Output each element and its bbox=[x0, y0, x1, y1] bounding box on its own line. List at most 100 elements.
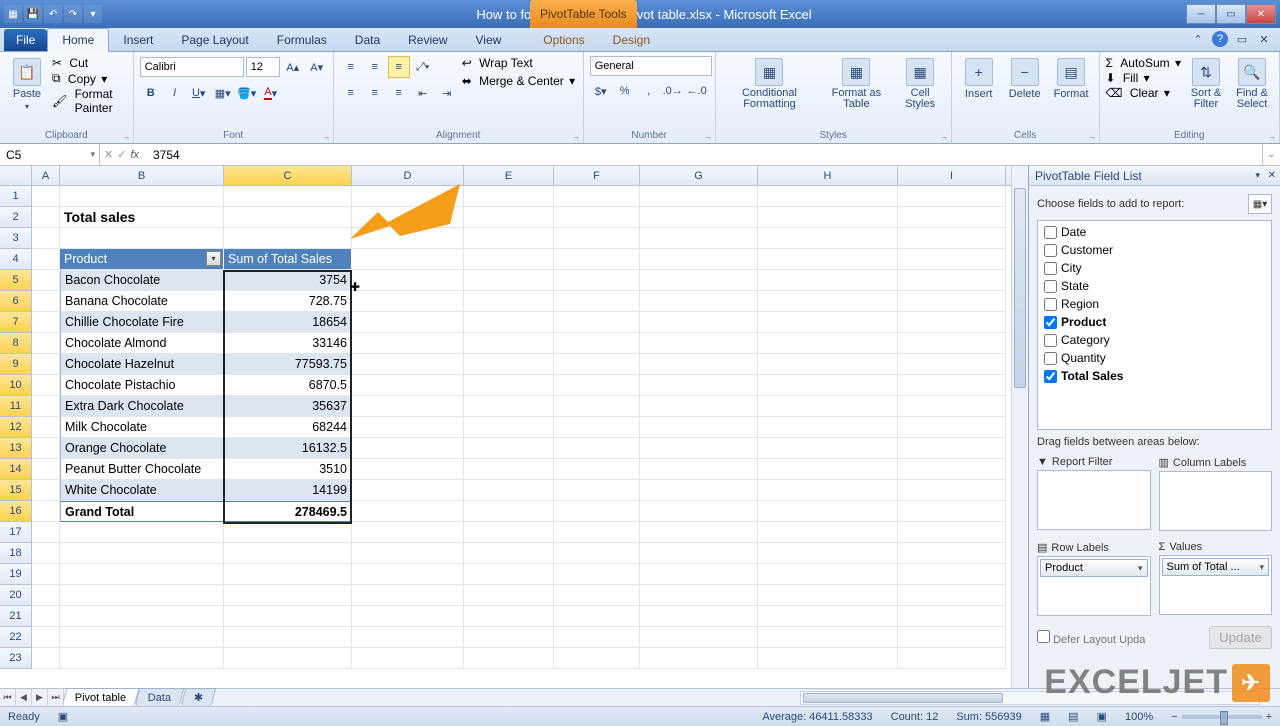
cell-E3[interactable] bbox=[464, 228, 554, 249]
cell-I10[interactable] bbox=[898, 375, 1006, 396]
row-header-9[interactable]: 9 bbox=[0, 354, 32, 375]
border-button[interactable]: ▦▾ bbox=[212, 82, 234, 104]
cell-A22[interactable] bbox=[32, 627, 60, 648]
row-header-13[interactable]: 13 bbox=[0, 438, 32, 459]
row-header-15[interactable]: 15 bbox=[0, 480, 32, 501]
cell-F13[interactable] bbox=[554, 438, 640, 459]
col-header-C[interactable]: C bbox=[224, 166, 352, 185]
cell-E2[interactable] bbox=[464, 207, 554, 228]
cell-I13[interactable] bbox=[898, 438, 1006, 459]
cell-F20[interactable] bbox=[554, 585, 640, 606]
cell-E11[interactable] bbox=[464, 396, 554, 417]
cell-D4[interactable] bbox=[352, 249, 464, 270]
decrease-font-icon[interactable]: A▾ bbox=[306, 56, 328, 78]
paste-button[interactable]: 📋 Paste▾ bbox=[6, 56, 48, 113]
cell-E20[interactable] bbox=[464, 585, 554, 606]
cell-E21[interactable] bbox=[464, 606, 554, 627]
cell-B13[interactable]: Orange Chocolate bbox=[60, 438, 224, 459]
cancel-formula-icon[interactable]: ✕ bbox=[104, 148, 113, 161]
field-checkbox[interactable] bbox=[1044, 298, 1057, 311]
cell-C6[interactable]: 728.75 bbox=[224, 291, 352, 312]
field-city[interactable]: City bbox=[1040, 259, 1269, 277]
redo-icon[interactable]: ↷ bbox=[64, 5, 82, 23]
bold-button[interactable]: B bbox=[140, 82, 162, 104]
cell-I14[interactable] bbox=[898, 459, 1006, 480]
field-list-dropdown-icon[interactable]: ▾ bbox=[1255, 170, 1260, 181]
col-header-G[interactable]: G bbox=[640, 166, 758, 185]
cell-B14[interactable]: Peanut Butter Chocolate bbox=[60, 459, 224, 480]
cell-F8[interactable] bbox=[554, 333, 640, 354]
col-header-I[interactable]: I bbox=[898, 166, 1006, 185]
field-quantity[interactable]: Quantity bbox=[1040, 349, 1269, 367]
cell-I16[interactable] bbox=[898, 501, 1006, 522]
percent-format-icon[interactable]: % bbox=[614, 80, 636, 102]
row-header-18[interactable]: 18 bbox=[0, 543, 32, 564]
number-format-select[interactable] bbox=[590, 56, 712, 76]
cell-D11[interactable] bbox=[352, 396, 464, 417]
cell-A3[interactable] bbox=[32, 228, 60, 249]
cell-C16[interactable]: 278469.5 bbox=[224, 501, 352, 522]
cell-I4[interactable] bbox=[898, 249, 1006, 270]
cell-I23[interactable] bbox=[898, 648, 1006, 669]
cell-B9[interactable]: Chocolate Hazelnut bbox=[60, 354, 224, 375]
cell-A6[interactable] bbox=[32, 291, 60, 312]
row-header-12[interactable]: 12 bbox=[0, 417, 32, 438]
cell-B19[interactable] bbox=[60, 564, 224, 585]
value-chip-sum[interactable]: Sum of Total ... bbox=[1162, 558, 1270, 576]
cell-I17[interactable] bbox=[898, 522, 1006, 543]
cell-C3[interactable] bbox=[224, 228, 352, 249]
wrap-text-button[interactable]: ↩ Wrap Text bbox=[462, 56, 575, 70]
cell-F4[interactable] bbox=[554, 249, 640, 270]
formula-input[interactable]: 3754 bbox=[147, 144, 1262, 165]
cell-F6[interactable] bbox=[554, 291, 640, 312]
cell-D20[interactable] bbox=[352, 585, 464, 606]
row-header-16[interactable]: 16 bbox=[0, 501, 32, 522]
font-name-input[interactable] bbox=[140, 57, 244, 77]
cell-H2[interactable] bbox=[758, 207, 898, 228]
cell-D18[interactable] bbox=[352, 543, 464, 564]
minimize-button[interactable]: ─ bbox=[1186, 4, 1216, 24]
cell-D8[interactable] bbox=[352, 333, 464, 354]
cell-B12[interactable]: Milk Chocolate bbox=[60, 417, 224, 438]
find-select-button[interactable]: 🔍Find & Select bbox=[1231, 56, 1273, 112]
area-report-filter[interactable] bbox=[1037, 470, 1151, 530]
cell-B6[interactable]: Banana Chocolate bbox=[60, 291, 224, 312]
cell-I2[interactable] bbox=[898, 207, 1006, 228]
cell-A15[interactable] bbox=[32, 480, 60, 501]
cell-I3[interactable] bbox=[898, 228, 1006, 249]
cell-G6[interactable] bbox=[640, 291, 758, 312]
cell-I6[interactable] bbox=[898, 291, 1006, 312]
area-column-labels[interactable] bbox=[1159, 471, 1273, 531]
cell-B17[interactable] bbox=[60, 522, 224, 543]
copy-button[interactable]: ⧉ Copy ▾ bbox=[52, 71, 127, 86]
cell-F2[interactable] bbox=[554, 207, 640, 228]
cell-A18[interactable] bbox=[32, 543, 60, 564]
cell-H3[interactable] bbox=[758, 228, 898, 249]
zoom-in-icon[interactable]: + bbox=[1266, 711, 1272, 723]
cell-H19[interactable] bbox=[758, 564, 898, 585]
row-header-3[interactable]: 3 bbox=[0, 228, 32, 249]
cell-F7[interactable] bbox=[554, 312, 640, 333]
maximize-button[interactable]: ▭ bbox=[1216, 4, 1246, 24]
cell-D3[interactable] bbox=[352, 228, 464, 249]
cell-G3[interactable] bbox=[640, 228, 758, 249]
tab-view[interactable]: View bbox=[462, 29, 516, 51]
view-page-layout-icon[interactable]: ▤ bbox=[1068, 710, 1078, 723]
fill-button[interactable]: ⬇ Fill ▾ bbox=[1106, 71, 1181, 85]
cut-button[interactable]: ✂ Cut bbox=[52, 56, 127, 70]
cell-C2[interactable] bbox=[224, 207, 352, 228]
save-icon[interactable]: 💾 bbox=[24, 5, 42, 23]
row-header-10[interactable]: 10 bbox=[0, 375, 32, 396]
cell-C23[interactable] bbox=[224, 648, 352, 669]
tab-data[interactable]: Data bbox=[341, 29, 394, 51]
split-handle[interactable] bbox=[1011, 166, 1028, 186]
cell-G14[interactable] bbox=[640, 459, 758, 480]
cell-D23[interactable] bbox=[352, 648, 464, 669]
row-header-7[interactable]: 7 bbox=[0, 312, 32, 333]
cell-H5[interactable] bbox=[758, 270, 898, 291]
field-state[interactable]: State bbox=[1040, 277, 1269, 295]
cell-E5[interactable] bbox=[464, 270, 554, 291]
cell-B3[interactable] bbox=[60, 228, 224, 249]
cell-A12[interactable] bbox=[32, 417, 60, 438]
cell-G1[interactable] bbox=[640, 186, 758, 207]
